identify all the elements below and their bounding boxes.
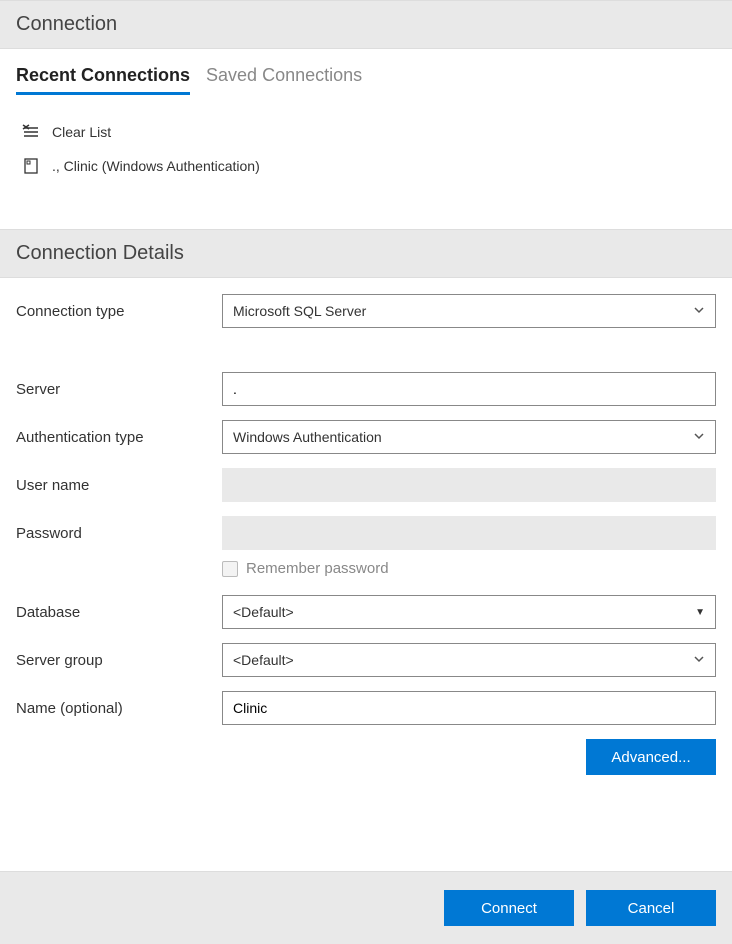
server-group-value: <Default> bbox=[233, 652, 294, 668]
recent-connection-item[interactable]: ., Clinic (Windows Authentication) bbox=[16, 149, 716, 183]
server-group-select[interactable]: <Default> bbox=[222, 643, 716, 677]
name-optional-label: Name (optional) bbox=[16, 700, 222, 717]
server-icon bbox=[22, 157, 40, 175]
advanced-button[interactable]: Advanced... bbox=[586, 739, 716, 775]
username-input bbox=[222, 468, 716, 502]
clear-list-icon bbox=[22, 123, 40, 141]
clear-list-button[interactable]: Clear List bbox=[16, 115, 716, 149]
password-label: Password bbox=[16, 525, 222, 542]
database-value: <Default> bbox=[233, 604, 294, 620]
remember-password-checkbox bbox=[222, 561, 238, 577]
footer: Connect Cancel bbox=[0, 871, 732, 944]
database-label: Database bbox=[16, 604, 222, 621]
connection-header: Connection bbox=[0, 0, 732, 49]
remember-password-label: Remember password bbox=[246, 560, 389, 577]
connection-type-label: Connection type bbox=[16, 303, 222, 320]
connection-type-select[interactable]: Microsoft SQL Server bbox=[222, 294, 716, 328]
auth-type-select[interactable]: Windows Authentication bbox=[222, 420, 716, 454]
connection-type-value: Microsoft SQL Server bbox=[233, 303, 366, 319]
recent-connection-label: ., Clinic (Windows Authentication) bbox=[52, 158, 260, 174]
server-input[interactable] bbox=[222, 372, 716, 406]
chevron-down-icon bbox=[693, 304, 705, 319]
caret-down-icon: ▼ bbox=[695, 607, 705, 618]
server-group-label: Server group bbox=[16, 652, 222, 669]
connect-button[interactable]: Connect bbox=[444, 890, 574, 926]
database-select[interactable]: <Default> ▼ bbox=[222, 595, 716, 629]
cancel-button[interactable]: Cancel bbox=[586, 890, 716, 926]
clear-list-label: Clear List bbox=[52, 124, 111, 140]
tab-recent-connections[interactable]: Recent Connections bbox=[16, 65, 190, 95]
auth-type-label: Authentication type bbox=[16, 429, 222, 446]
password-input bbox=[222, 516, 716, 550]
server-label: Server bbox=[16, 381, 222, 398]
details-header: Connection Details bbox=[0, 229, 732, 278]
name-optional-input[interactable] bbox=[222, 691, 716, 725]
username-label: User name bbox=[16, 477, 222, 494]
chevron-down-icon bbox=[693, 430, 705, 445]
chevron-down-icon bbox=[693, 653, 705, 668]
tab-saved-connections[interactable]: Saved Connections bbox=[206, 65, 362, 95]
auth-type-value: Windows Authentication bbox=[233, 429, 382, 445]
